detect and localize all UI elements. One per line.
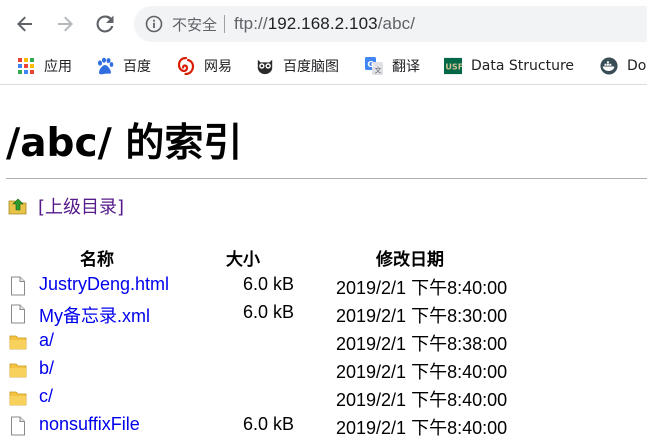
bookmark-label: Do [627, 58, 647, 74]
column-header-size[interactable]: 大小 [226, 245, 260, 270]
folder-icon [9, 363, 27, 378]
table-row: nonsuffixFile 6.0 kB 2019/2/1 下午8:40:00 [0, 412, 647, 440]
file-link[interactable]: My备忘录.xml [39, 302, 150, 328]
file-size: 6.0 kB [242, 274, 294, 294]
bookmark-baidu[interactable]: 百度 [96, 48, 151, 84]
file-link[interactable]: nonsuffixFile [39, 414, 140, 435]
table-row: c/ 2019/2/1 下午8:40:00 [0, 384, 647, 412]
file-modified: 2019/2/1 下午8:40:00 [336, 418, 508, 438]
bookmarks-bar: 应用 百度 网易 百度脑图 G 文 翻译 USF Data Structure … [0, 48, 647, 85]
bookmark-label: 网易 [204, 59, 232, 75]
file-link[interactable]: JustryDeng.html [39, 274, 169, 295]
file-modified: 2019/2/1 下午8:38:00 [336, 334, 508, 354]
column-header-modified[interactable]: 修改日期 [376, 245, 444, 270]
file-modified: 2019/2/1 下午8:40:00 [336, 390, 508, 410]
reload-button[interactable] [90, 9, 120, 39]
folder-link[interactable]: b/ [39, 358, 54, 379]
baidu-paw-icon [96, 57, 114, 75]
folder-link[interactable]: a/ [39, 330, 54, 351]
browser-toolbar: 不安全 ftp://192.168.2.103/abc/ [0, 0, 647, 48]
folder-icon [9, 335, 27, 350]
folder-icon [9, 391, 27, 406]
back-button[interactable] [10, 9, 40, 39]
url-scheme: ftp:// [234, 14, 268, 33]
apps-grid-icon [17, 57, 35, 75]
bookmark-docker[interactable]: Do [600, 48, 646, 84]
docker-icon [600, 57, 618, 75]
bookmark-label: 翻译 [392, 59, 420, 75]
table-row: JustryDeng.html 6.0 kB 2019/2/1 下午8:40:0… [0, 272, 647, 300]
bookmark-data-structure[interactable]: USF Data Structure [444, 48, 574, 84]
bookmark-label: 百度脑图 [283, 59, 339, 75]
file-modified: 2019/2/1 下午8:40:00 [336, 362, 508, 382]
up-folder-icon[interactable] [8, 196, 28, 216]
svg-text:USF: USF [445, 62, 462, 72]
info-icon[interactable] [145, 15, 163, 33]
security-status[interactable]: 不安全 [172, 14, 217, 35]
bookmark-translate[interactable]: G 文 翻译 [365, 48, 420, 84]
google-translate-icon: G 文 [365, 57, 383, 75]
usf-icon: USF [444, 57, 462, 75]
bookmark-label: Data Structure [471, 58, 575, 74]
table-row: b/ 2019/2/1 下午8:40:00 [0, 356, 647, 384]
file-icon [11, 416, 25, 436]
file-size: 6.0 kB [242, 414, 294, 434]
forward-arrow-icon [58, 16, 73, 32]
file-modified: 2019/2/1 下午8:40:00 [336, 278, 508, 298]
reload-icon [96, 15, 114, 33]
page-content: /abc/ 的索引 [上级目录] 名称 大小 修改日期 JustryDeng.h… [0, 85, 647, 441]
title-divider [6, 178, 647, 179]
bookmark-baidu-naotu[interactable]: 百度脑图 [256, 48, 339, 84]
file-modified: 2019/2/1 下午8:30:00 [336, 306, 508, 326]
bookmark-netease[interactable]: 网易 [177, 48, 232, 84]
file-icon [11, 304, 25, 324]
forward-button[interactable] [50, 9, 80, 39]
folder-link[interactable]: c/ [39, 386, 53, 407]
file-size: 6.0 kB [242, 302, 294, 322]
owl-icon [256, 57, 274, 75]
page-title: /abc/ 的索引 [6, 121, 243, 166]
parent-directory-row: [上级目录] [8, 193, 124, 219]
file-icon [11, 276, 25, 296]
address-bar[interactable]: 不安全 ftp://192.168.2.103/abc/ [134, 6, 647, 42]
back-arrow-icon [17, 16, 32, 32]
netease-icon [177, 57, 195, 75]
url-host: 192.168.2.103 [267, 14, 378, 33]
parent-directory-link[interactable]: [上级目录] [38, 193, 124, 219]
bookmark-label: 应用 [44, 59, 72, 75]
column-header-name[interactable]: 名称 [80, 245, 114, 270]
svg-text:文: 文 [375, 66, 382, 75]
url-text[interactable]: ftp://192.168.2.103/abc/ [234, 14, 415, 34]
url-separator [224, 15, 226, 33]
svg-text:G: G [367, 60, 374, 69]
url-path: /abc/ [377, 14, 416, 33]
bookmark-apps[interactable]: 应用 [17, 48, 72, 84]
bookmark-label: 百度 [123, 59, 151, 75]
table-row: My备忘录.xml 6.0 kB 2019/2/1 下午8:30:00 [0, 300, 647, 328]
table-row: a/ 2019/2/1 下午8:38:00 [0, 328, 647, 356]
